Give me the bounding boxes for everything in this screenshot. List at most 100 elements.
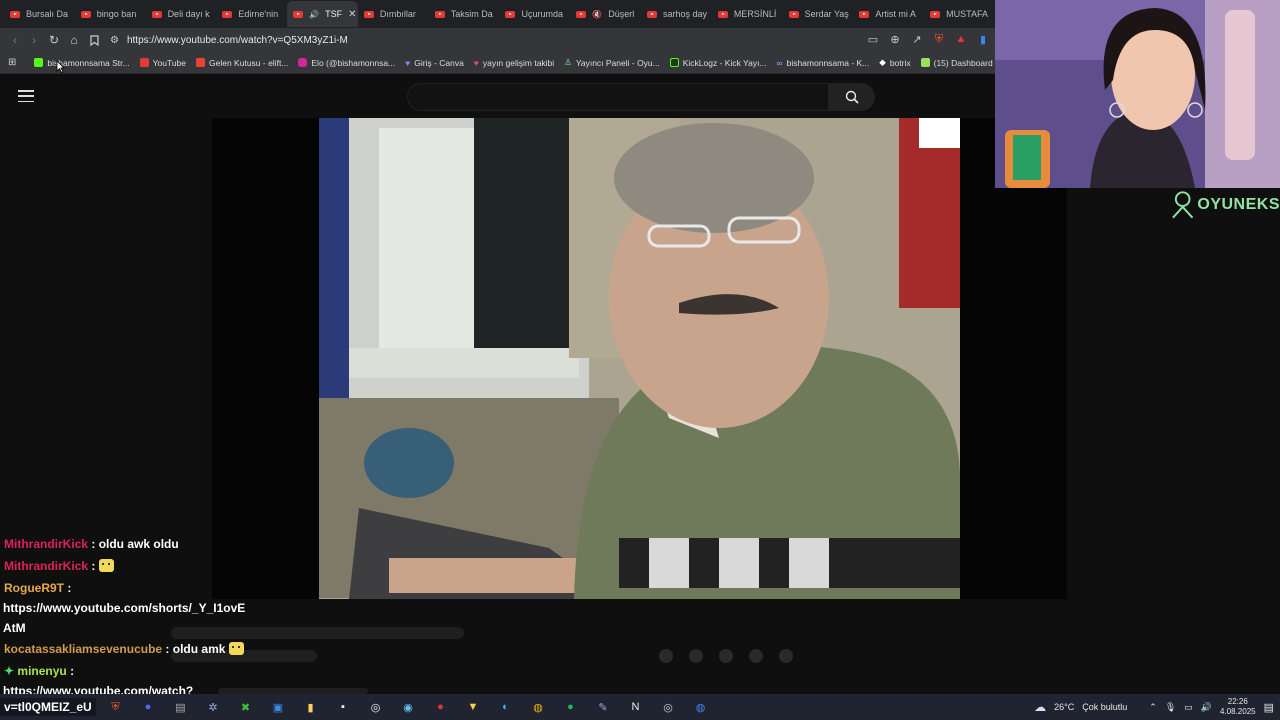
speaker-icon: 🔇 bbox=[592, 9, 603, 19]
system-tray: ☁ 26°C Çok bulutlu ⌃ 🎙 ▭ 🔊 22:26 4.08.20… bbox=[1034, 694, 1274, 720]
store-icon[interactable]: ▣ bbox=[267, 697, 290, 717]
home-icon[interactable]: ⌂ bbox=[64, 30, 84, 50]
cast-icon[interactable]: ▭ bbox=[865, 30, 881, 48]
browser-tab[interactable]: MUSTAFA bbox=[924, 1, 995, 27]
sidebar-icon[interactable]: ▮ bbox=[975, 30, 991, 48]
rewards-icon[interactable]: ▲ bbox=[953, 30, 969, 48]
browser-tab[interactable]: Serdar Yaş bbox=[783, 1, 854, 27]
shield-app-icon[interactable]: ▼ bbox=[462, 697, 485, 717]
network-icon[interactable]: ▭ bbox=[1184, 702, 1193, 713]
discord-icon[interactable]: ● bbox=[137, 697, 160, 717]
files-icon[interactable]: ▮ bbox=[299, 697, 322, 717]
close-icon[interactable]: ✕ bbox=[348, 9, 356, 20]
site-settings-icon[interactable]: ⚙ bbox=[110, 35, 119, 46]
overlay-label: v=tl0QMEIZ_eU bbox=[0, 698, 96, 716]
notifications-icon[interactable]: ▤ bbox=[1264, 701, 1274, 714]
brave-browser-icon[interactable]: ⛨ bbox=[104, 697, 127, 717]
browser-tab[interactable]: sarhoş day bbox=[641, 1, 712, 27]
search-button[interactable] bbox=[829, 83, 875, 111]
loading-dots bbox=[659, 649, 793, 663]
url-text[interactable]: https://www.youtube.com/watch?v=Q5XM3yZ1… bbox=[127, 35, 348, 46]
tab-label: bingo ban bbox=[96, 9, 137, 19]
printer-icon[interactable]: ▤ bbox=[169, 697, 192, 717]
weather-description[interactable]: Çok bulutlu bbox=[1082, 702, 1127, 712]
chat-text: oldu amk bbox=[172, 642, 226, 656]
weather-temperature[interactable]: 26°C bbox=[1054, 702, 1074, 712]
recorder-icon[interactable]: ◎ bbox=[657, 697, 680, 717]
tab-label: Dımbıllar bbox=[379, 9, 416, 19]
volume-icon[interactable]: 🔊 bbox=[1201, 702, 1212, 713]
bookmark-item[interactable]: ♙ Yayıncı Paneli - Oyu... bbox=[564, 57, 660, 68]
apps-grid-icon[interactable]: ⊞ bbox=[8, 57, 16, 68]
oyuneks-logo: OYUNEKS bbox=[1170, 188, 1280, 222]
spotify-icon[interactable]: ● bbox=[559, 697, 582, 717]
browser-tab[interactable]: Bursalı Da bbox=[4, 1, 75, 27]
clock[interactable]: 22:26 4.08.2025 bbox=[1220, 697, 1256, 717]
video-frame[interactable] bbox=[319, 118, 960, 599]
bookmark-item[interactable]: YouTube bbox=[139, 58, 186, 68]
back-icon[interactable]: ‹ bbox=[5, 30, 25, 50]
bookmark-item[interactable]: ∞ bishamonnsama - K... bbox=[777, 58, 870, 68]
steam-icon[interactable]: ◉ bbox=[397, 697, 420, 717]
address-bar[interactable]: ⚙ https://www.youtube.com/watch?v=Q5XM3y… bbox=[110, 30, 860, 50]
forward-icon[interactable]: › bbox=[24, 30, 44, 50]
browser-tab[interactable]: Dımbıllar bbox=[358, 1, 429, 27]
weather-cloud-icon[interactable]: ☁ bbox=[1034, 700, 1046, 714]
browser-tab[interactable]: MERSİNLİ bbox=[712, 1, 783, 27]
reload-icon[interactable]: ↻ bbox=[44, 30, 64, 50]
pen-tool-icon[interactable]: ✎ bbox=[592, 697, 615, 717]
xbox-icon[interactable]: ✖ bbox=[234, 697, 257, 717]
obs-icon[interactable]: ◎ bbox=[364, 697, 387, 717]
share-icon[interactable]: ↗ bbox=[909, 30, 925, 48]
youtube-favicon-icon bbox=[647, 10, 658, 18]
mouse-cursor-icon bbox=[56, 60, 65, 73]
bookmark-item[interactable]: Elo (@bishamonnsa... bbox=[298, 58, 395, 68]
browser-tab[interactable]: 🔇 Düşerl bbox=[570, 1, 641, 27]
taskbar-apps: ⛨ ● ▤ ✲ ✖ ▣ ▮ ▪ ◎ ◉ ● ▼ ◐ ◍ ● ✎ N ◎ ◍ bbox=[104, 697, 712, 717]
settings-app-icon[interactable]: ✲ bbox=[202, 697, 225, 717]
notion-icon[interactable]: N bbox=[624, 697, 647, 717]
tab-label: Taksim Da bbox=[450, 9, 493, 19]
heart-icon: ♥ bbox=[473, 57, 479, 68]
browser-tab[interactable]: Taksim Da bbox=[429, 1, 500, 27]
browser-toolbar: ‹ › ↻ ⌂ ⚙ https://www.youtube.com/watch?… bbox=[0, 28, 995, 52]
menu-icon[interactable] bbox=[18, 90, 34, 102]
epic-games-icon[interactable]: ▪ bbox=[332, 697, 355, 717]
bookmark-item[interactable]: ◆ botrix bbox=[879, 57, 910, 68]
youtube-favicon-icon bbox=[10, 10, 20, 18]
youtube-favicon-icon bbox=[222, 10, 233, 18]
tab-label: Uçurumda bbox=[521, 9, 563, 19]
edge-icon[interactable]: ◐ bbox=[494, 697, 517, 717]
browser-tab[interactable]: Deli dayı k bbox=[146, 1, 217, 27]
microphone-icon[interactable]: 🎙 bbox=[1165, 702, 1176, 713]
search-icon bbox=[845, 90, 859, 104]
game-client-icon[interactable]: ● bbox=[429, 697, 452, 717]
browser-tab[interactable]: bingo ban bbox=[75, 1, 146, 27]
bookmark-item[interactable]: bishamonnsama Str... bbox=[34, 58, 130, 68]
browser-tab[interactable]: Edirne'nin bbox=[216, 1, 287, 27]
tab-label: Artist mi A bbox=[875, 9, 916, 19]
browser-tab[interactable]: Uçurumda bbox=[499, 1, 570, 27]
chrome-icon[interactable]: ◍ bbox=[527, 697, 550, 717]
bookmark-item[interactable]: KickLogz - Kick Yayı... bbox=[669, 58, 767, 68]
browser-tab[interactable]: Artist mi A bbox=[853, 1, 924, 27]
zoom-icon[interactable]: ⊕ bbox=[887, 30, 903, 48]
browser-tab-active[interactable]: 🔊 TSF ✕ bbox=[287, 1, 358, 27]
bookmark-icon[interactable] bbox=[84, 30, 104, 50]
chat-text: https://www.youtube.com/shorts/_Y_I1ovE bbox=[3, 601, 246, 615]
tab-label: Serdar Yaş bbox=[804, 9, 849, 19]
youtube-favicon-icon bbox=[576, 10, 587, 18]
chevron-up-icon[interactable]: ⌃ bbox=[1149, 702, 1157, 713]
smile-emote-icon bbox=[228, 642, 244, 655]
bookmark-item[interactable]: Gelen Kutusu - elift... bbox=[196, 58, 288, 68]
youtube-favicon-icon bbox=[788, 10, 799, 18]
bookmark-item[interactable]: (15) Dashboard bbox=[920, 58, 993, 68]
brave-shield-icon[interactable]: ⛨ bbox=[931, 30, 947, 48]
chrome-icon[interactable]: ◍ bbox=[689, 697, 712, 717]
tab-label: Deli dayı k bbox=[167, 9, 210, 19]
search-input[interactable] bbox=[407, 83, 829, 111]
bookmark-item[interactable]: ♥ yayın gelişim takibi bbox=[474, 58, 554, 68]
chat-username: kocatassakliamsevenucube bbox=[4, 642, 163, 656]
chat-separator: : bbox=[162, 642, 173, 656]
bookmark-item[interactable]: ♥ Giriş - Canva bbox=[405, 58, 464, 68]
